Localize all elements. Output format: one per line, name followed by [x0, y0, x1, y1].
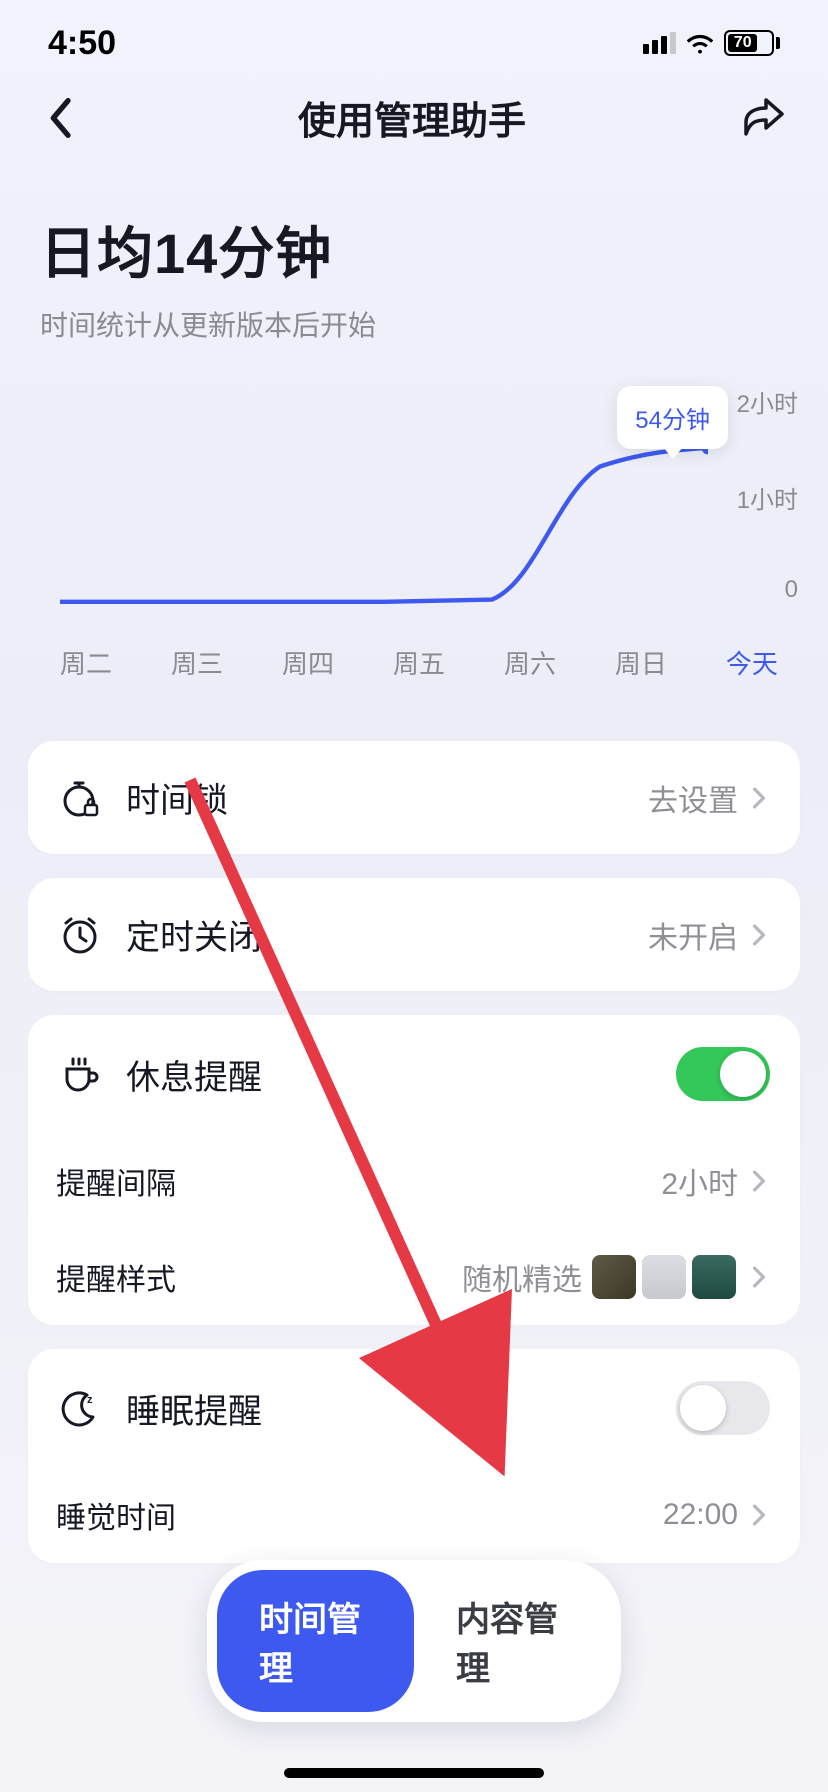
- battery-level: 70: [728, 34, 757, 52]
- reminder-interval-label: 提醒间隔: [56, 1159, 176, 1203]
- back-button[interactable]: [36, 94, 84, 142]
- y-tick: 1小时: [737, 480, 798, 515]
- reminder-style-value: 随机精选: [462, 1255, 582, 1299]
- chart-canvas: [60, 384, 708, 604]
- time-lock-card: 时间锁 去设置: [28, 741, 800, 854]
- style-thumbnails: [592, 1255, 736, 1299]
- page-title: 使用管理助手: [298, 90, 526, 145]
- reminder-interval-row[interactable]: 提醒间隔 2小时: [28, 1133, 800, 1229]
- svg-text:z: z: [87, 1394, 93, 1406]
- battery-indicator: 70: [724, 30, 780, 56]
- chevron-right-icon: [748, 924, 770, 946]
- chart-y-axis: 2小时 1小时 0: [737, 384, 798, 604]
- cellular-signal-icon: [643, 32, 676, 54]
- scheduled-close-status: 未开启: [648, 913, 738, 957]
- style-thumb-icon: [592, 1255, 636, 1299]
- status-time: 4:50: [48, 24, 116, 63]
- time-lock-label: 时间锁: [126, 773, 228, 822]
- daily-average-title: 日均14分钟: [40, 209, 788, 290]
- tab-time-management[interactable]: 时间管理: [217, 1570, 414, 1712]
- reminder-style-label: 提醒样式: [56, 1255, 176, 1299]
- reminder-style-row[interactable]: 提醒样式 随机精选: [28, 1229, 800, 1325]
- share-arrow-icon: [742, 98, 786, 138]
- home-indicator[interactable]: [284, 1768, 544, 1778]
- status-bar: 4:50 70: [0, 0, 828, 70]
- chevron-right-icon: [748, 1170, 770, 1192]
- alarm-clock-icon: [56, 911, 104, 959]
- share-button[interactable]: [740, 94, 788, 142]
- sleep-reminder-toggle[interactable]: [676, 1381, 770, 1435]
- tab-content-management[interactable]: 内容管理: [414, 1570, 611, 1712]
- chevron-right-icon: [748, 787, 770, 809]
- bedtime-row[interactable]: 睡觉时间 22:00: [28, 1467, 800, 1563]
- usage-chart[interactable]: 2小时 1小时 0 54分钟: [0, 344, 828, 664]
- status-right: 70: [643, 30, 780, 56]
- style-thumb-icon: [692, 1255, 736, 1299]
- y-tick: 0: [785, 576, 798, 604]
- coffee-cup-icon: [56, 1050, 104, 1098]
- stopwatch-lock-icon: [56, 774, 104, 822]
- chevron-right-icon: [748, 1504, 770, 1526]
- bedtime-value: 22:00: [663, 1498, 738, 1532]
- style-thumb-icon: [642, 1255, 686, 1299]
- moon-sleep-icon: z: [56, 1384, 104, 1432]
- sleep-reminder-label: 睡眠提醒: [126, 1384, 262, 1433]
- scheduled-close-row[interactable]: 定时关闭 未开启: [28, 878, 800, 991]
- rest-reminder-label: 休息提醒: [126, 1050, 262, 1099]
- chart-tooltip: 54分钟: [617, 386, 728, 449]
- hero-subtitle: 时间统计从更新版本后开始: [40, 304, 788, 344]
- y-tick: 2小时: [737, 384, 798, 419]
- wifi-icon: [686, 32, 714, 54]
- time-lock-row[interactable]: 时间锁 去设置: [28, 741, 800, 854]
- rest-reminder-toggle[interactable]: [676, 1047, 770, 1101]
- chevron-right-icon: [748, 1266, 770, 1288]
- time-lock-status: 去设置: [648, 776, 738, 820]
- nav-header: 使用管理助手: [0, 70, 828, 165]
- scheduled-close-label: 定时关闭: [126, 910, 262, 959]
- sleep-reminder-card: z 睡眠提醒 睡觉时间 22:00: [28, 1349, 800, 1563]
- rest-reminder-card: 休息提醒 提醒间隔 2小时 提醒样式 随机精选: [28, 1015, 800, 1325]
- rest-reminder-row: 休息提醒: [28, 1015, 800, 1133]
- chevron-left-icon: [46, 98, 74, 138]
- hero-section: 日均14分钟 时间统计从更新版本后开始: [0, 165, 828, 344]
- bedtime-label: 睡觉时间: [56, 1493, 176, 1537]
- sleep-reminder-row: z 睡眠提醒: [28, 1349, 800, 1467]
- reminder-interval-value: 2小时: [661, 1159, 738, 1203]
- scheduled-close-card: 定时关闭 未开启: [28, 878, 800, 991]
- bottom-tab-bar: 时间管理 内容管理: [207, 1560, 621, 1722]
